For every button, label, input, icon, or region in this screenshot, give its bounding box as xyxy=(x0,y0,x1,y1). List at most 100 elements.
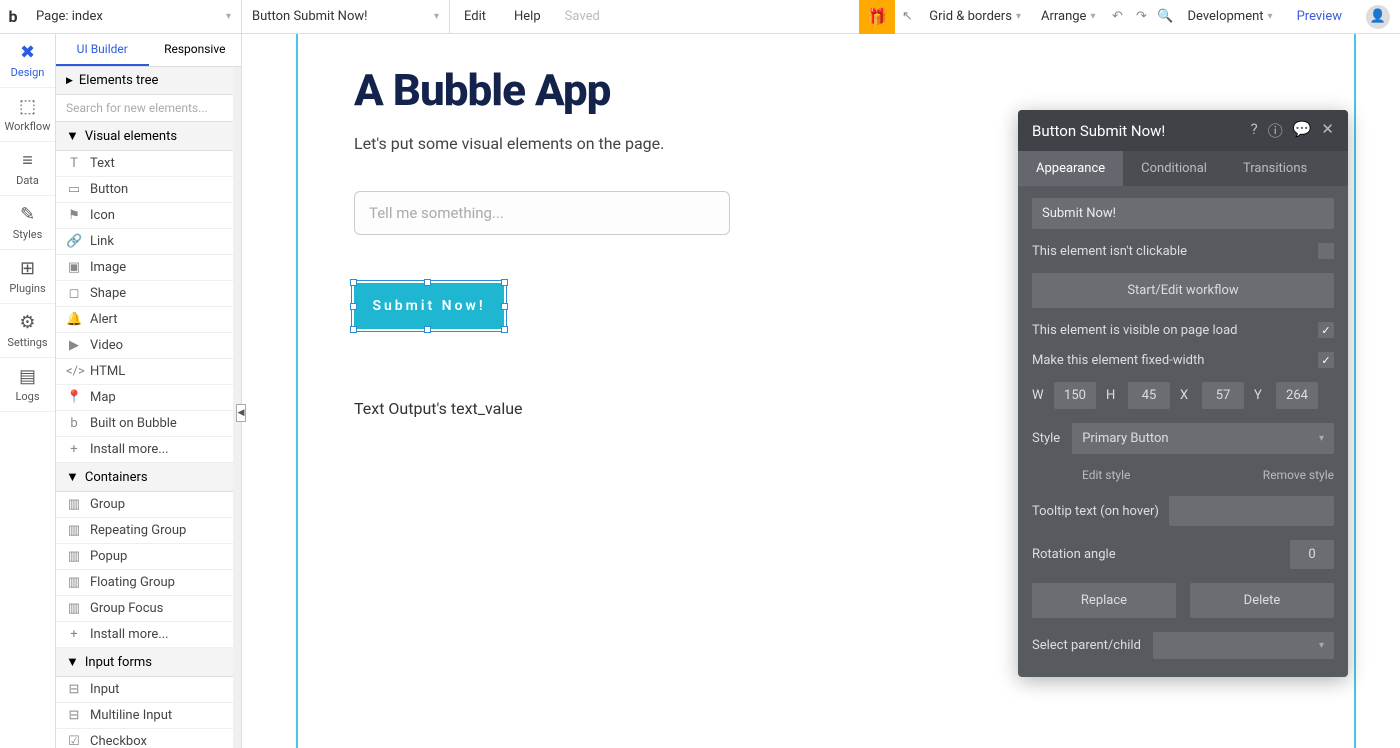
element-group-focus[interactable]: ▥Group Focus xyxy=(56,596,233,622)
arrange-button[interactable]: Arrange ▾ xyxy=(1031,9,1106,24)
nav-data[interactable]: ≡Data xyxy=(0,142,55,196)
element-install-more-containers[interactable]: +Install more... xyxy=(56,622,233,648)
resize-handle[interactable] xyxy=(424,326,431,333)
section-input-label: Input forms xyxy=(85,655,152,670)
shape-icon: ◻ xyxy=(66,286,82,301)
resize-handle[interactable] xyxy=(501,303,508,310)
element-checkbox[interactable]: ☑Checkbox xyxy=(56,729,233,748)
resize-handle[interactable] xyxy=(350,279,357,286)
help-icon[interactable]: ? xyxy=(1251,120,1258,141)
page-selector[interactable]: Page: index ▾ xyxy=(26,0,242,33)
element-input[interactable]: ⊟Input xyxy=(56,677,233,703)
folder-icon: ▥ xyxy=(66,601,82,616)
element-shape[interactable]: ◻Shape xyxy=(56,281,233,307)
tab-ui-builder[interactable]: UI Builder xyxy=(56,34,149,66)
grid-borders-label: Grid & borders xyxy=(929,9,1012,24)
chevron-down-icon: ▾ xyxy=(434,11,439,22)
style-selector[interactable]: Primary Button ▾ xyxy=(1072,423,1334,454)
canvas-submit-button[interactable]: Submit Now! xyxy=(354,283,504,329)
not-clickable-checkbox[interactable] xyxy=(1318,243,1334,259)
image-icon: ▣ xyxy=(66,260,82,275)
plugins-icon: ⊞ xyxy=(20,258,35,279)
visible-on-load-checkbox[interactable]: ✓ xyxy=(1318,322,1334,338)
element-video[interactable]: ▶Video xyxy=(56,333,233,359)
resize-handle[interactable] xyxy=(350,326,357,333)
element-image[interactable]: ▣ Image xyxy=(56,255,233,281)
canvas-input-field[interactable]: Tell me something... xyxy=(354,191,730,235)
gift-icon[interactable]: 🎁 xyxy=(859,0,895,34)
tab-conditional[interactable]: Conditional xyxy=(1123,151,1225,186)
undo-icon[interactable]: ↶ xyxy=(1105,9,1129,24)
element-selector[interactable]: Button Submit Now! ▾ xyxy=(242,0,450,33)
property-panel[interactable]: Button Submit Now! ? ⓘ 💬 ✕ Appearance Co… xyxy=(1018,110,1348,677)
tab-transitions[interactable]: Transitions xyxy=(1225,151,1325,186)
resize-handle[interactable] xyxy=(501,326,508,333)
search-icon[interactable]: 🔍 xyxy=(1153,9,1177,24)
tab-appearance[interactable]: Appearance xyxy=(1018,151,1123,186)
element-floating-group[interactable]: ▥Floating Group xyxy=(56,570,233,596)
section-containers-label: Containers xyxy=(85,470,148,485)
element-link[interactable]: 🔗Link xyxy=(56,229,233,255)
fixed-width-checkbox[interactable]: ✓ xyxy=(1318,352,1334,368)
element-button[interactable]: ▭Button xyxy=(56,177,233,203)
nav-plugins[interactable]: ⊞Plugins xyxy=(0,250,55,304)
element-alert[interactable]: 🔔Alert xyxy=(56,307,233,333)
edit-menu[interactable]: Edit xyxy=(450,9,500,24)
list-item-label: Image xyxy=(90,260,126,275)
avatar[interactable]: 👤 xyxy=(1366,5,1390,29)
preview-button[interactable]: Preview xyxy=(1283,9,1356,24)
nav-settings[interactable]: ⚙Settings xyxy=(0,304,55,358)
panel-collapse-handle[interactable]: ◀ xyxy=(236,404,246,422)
edit-style-link[interactable]: Edit style xyxy=(1082,468,1130,482)
not-clickable-label: This element isn't clickable xyxy=(1032,244,1187,259)
element-install-more[interactable]: +Install more... xyxy=(56,437,233,463)
resize-handle[interactable] xyxy=(424,279,431,286)
close-icon[interactable]: ✕ xyxy=(1321,120,1334,141)
element-text[interactable]: TText xyxy=(56,151,233,177)
nav-workflow[interactable]: ⬚Workflow xyxy=(0,88,55,142)
search-elements-input[interactable]: Search for new elements... xyxy=(56,95,233,122)
help-menu[interactable]: Help xyxy=(500,9,555,24)
resize-handle[interactable] xyxy=(350,303,357,310)
info-icon[interactable]: ⓘ xyxy=(1268,120,1283,141)
tooltip-input[interactable] xyxy=(1169,496,1334,526)
comment-icon[interactable]: 💬 xyxy=(1293,120,1312,141)
element-popup[interactable]: ▥Popup xyxy=(56,544,233,570)
section-input-forms[interactable]: ▼ Input forms xyxy=(56,648,233,677)
nav-design[interactable]: ✖Design xyxy=(0,34,55,88)
element-map[interactable]: 📍Map xyxy=(56,385,233,411)
list-item-label: Text xyxy=(90,156,115,171)
select-parent-dropdown[interactable]: ▾ xyxy=(1153,632,1334,659)
rotation-input[interactable]: 0 xyxy=(1290,540,1334,569)
element-icon[interactable]: ⚑Icon xyxy=(56,203,233,229)
element-group[interactable]: ▥Group xyxy=(56,492,233,518)
start-workflow-button[interactable]: Start/Edit workflow xyxy=(1032,273,1334,308)
grid-borders-button[interactable]: Grid & borders ▾ xyxy=(919,9,1031,24)
section-visual-elements[interactable]: ▼ Visual elements xyxy=(56,122,233,151)
width-input[interactable]: 150 xyxy=(1054,382,1096,409)
element-built-on-bubble[interactable]: bBuilt on Bubble xyxy=(56,411,233,437)
elements-tree-header[interactable]: ▶ Elements tree xyxy=(56,67,233,95)
x-input[interactable]: 57 xyxy=(1202,382,1244,409)
button-text-input[interactable] xyxy=(1032,198,1334,229)
nav-styles[interactable]: ✎Styles xyxy=(0,196,55,250)
replace-button[interactable]: Replace xyxy=(1032,583,1176,618)
resize-handle[interactable] xyxy=(501,279,508,286)
element-selector-label: Button Submit Now! xyxy=(252,9,368,24)
element-repeating-group[interactable]: ▥Repeating Group xyxy=(56,518,233,544)
redo-icon[interactable]: ↷ xyxy=(1129,9,1153,24)
tab-responsive[interactable]: Responsive xyxy=(149,34,242,66)
element-multiline-input[interactable]: ⊟Multiline Input xyxy=(56,703,233,729)
section-containers[interactable]: ▼ Containers xyxy=(56,463,233,492)
y-input[interactable]: 264 xyxy=(1276,382,1318,409)
height-input[interactable]: 45 xyxy=(1128,382,1170,409)
nav-design-label: Design xyxy=(11,66,45,79)
pointer-icon[interactable]: ↖ xyxy=(895,9,919,24)
list-item-label: Icon xyxy=(90,208,115,223)
remove-style-link[interactable]: Remove style xyxy=(1263,468,1334,482)
canvas-button-label: Submit Now! xyxy=(372,298,485,314)
element-html[interactable]: </>HTML xyxy=(56,359,233,385)
delete-button[interactable]: Delete xyxy=(1190,583,1334,618)
environment-selector[interactable]: Development ▾ xyxy=(1177,9,1282,24)
nav-logs[interactable]: ▤Logs xyxy=(0,358,55,412)
